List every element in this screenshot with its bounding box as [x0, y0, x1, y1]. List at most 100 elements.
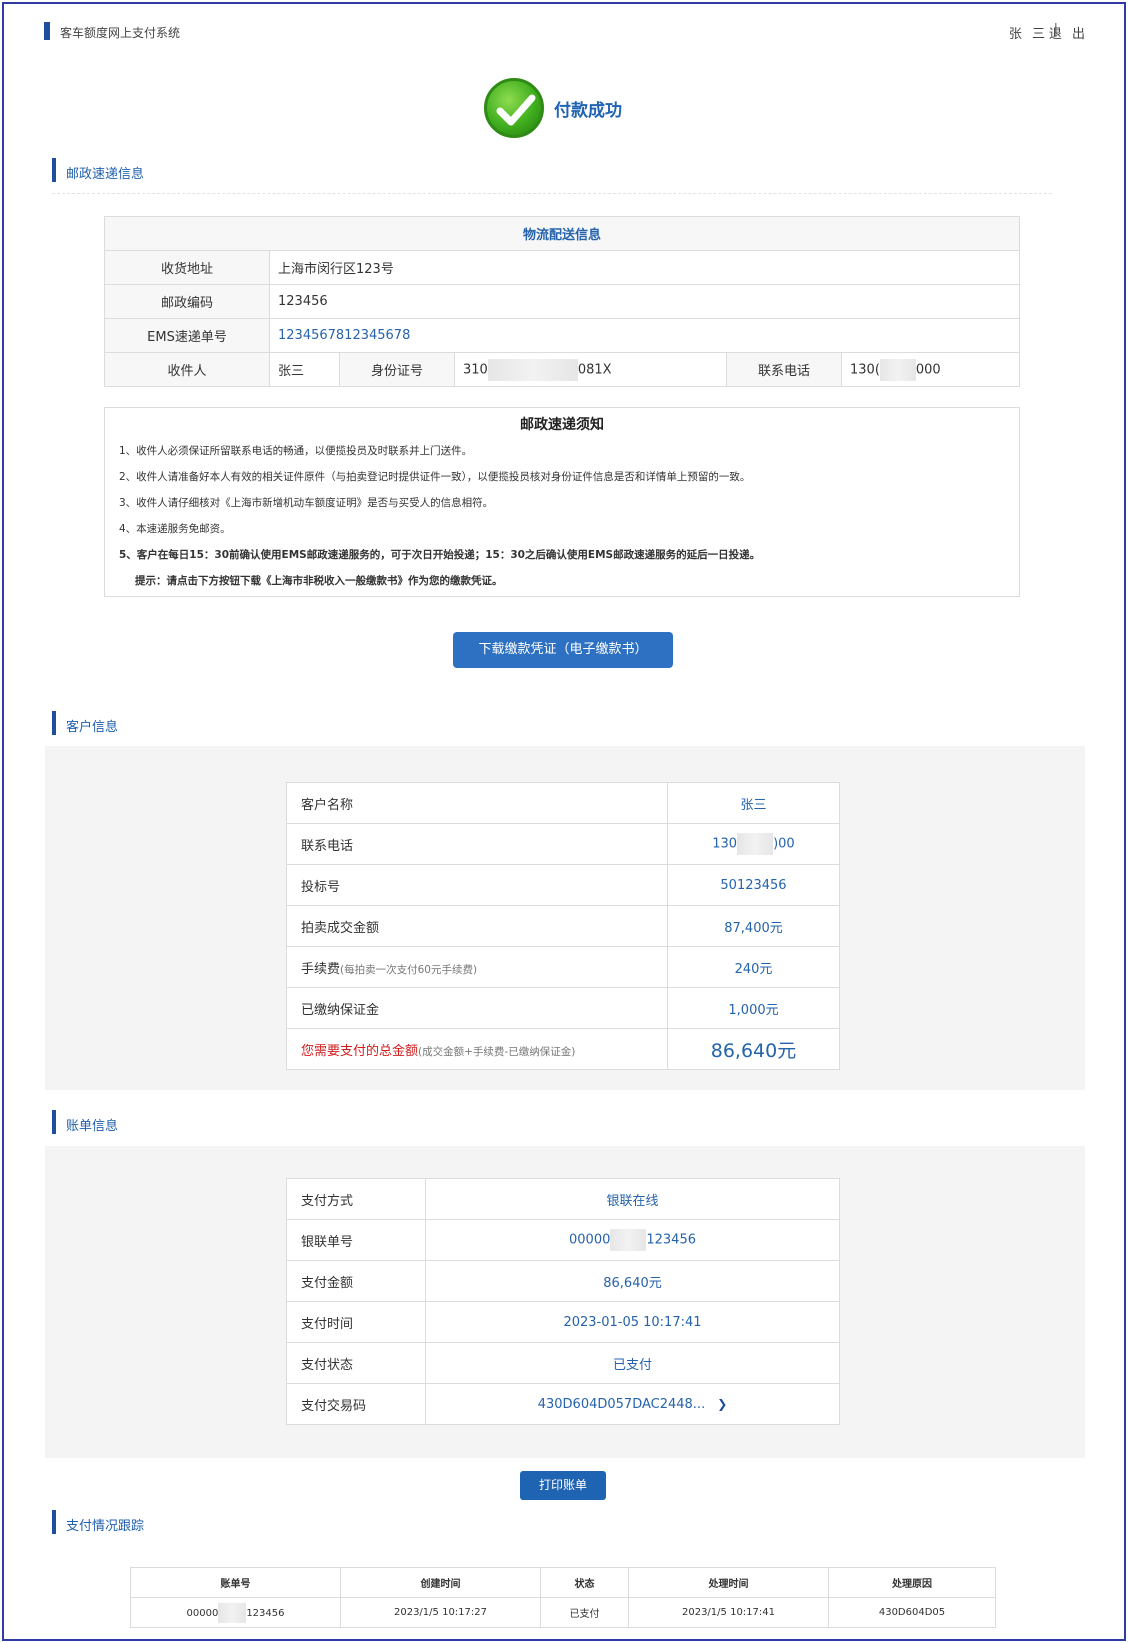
section-marker — [52, 1510, 56, 1534]
col-reason: 处理原因 — [828, 1567, 996, 1598]
processed-cell: 2023/1/5 10:17:41 — [628, 1597, 829, 1628]
notice-item: 3、收件人请仔细核对《上海市新增机动车额度证明》是否与买受人的信息相符。 — [119, 497, 494, 509]
bid-value: 50123456 — [667, 864, 840, 906]
success-message: 付款成功 — [554, 101, 622, 121]
print-bill-button[interactable]: 打印账单 — [520, 1471, 606, 1500]
zip-label: 邮政编码 — [104, 284, 270, 319]
unionpay-prefix: 00000 — [569, 1232, 611, 1248]
logout-link[interactable]: 退 出 — [1049, 23, 1088, 42]
code-label: 支付交易码 — [286, 1383, 426, 1425]
notice-list: 1、收件人必须保证所留联系电话的畅通，以便揽投员及时联系并上门送件。 2、收件人… — [119, 440, 1019, 596]
notice-item: 2、收件人请准备好本人有效的相关证件原件（与拍卖登记时提供证件一致），以便揽投员… — [119, 471, 751, 483]
phone-value: 130( 000 — [841, 352, 1020, 387]
amount-label: 支付金额 — [286, 1260, 426, 1302]
bill-no-suffix: 123456 — [246, 1607, 285, 1619]
customer-phone-value: 130 )00 — [667, 823, 840, 865]
section-marker — [52, 158, 56, 182]
col-processed: 处理时间 — [628, 1567, 829, 1598]
total-label: 您需要支付的总金额 — [301, 1043, 419, 1059]
reason-cell: 430D604D05 — [828, 1597, 996, 1628]
redaction-mask — [737, 833, 774, 855]
col-status: 状态 — [540, 1567, 629, 1598]
system-title: 客车额度网上支付系统 — [60, 26, 181, 40]
tracking-section-title: 支付情况跟踪 — [66, 1519, 145, 1534]
redaction-mask — [610, 1229, 647, 1251]
unionpay-suffix: 123456 — [646, 1232, 696, 1248]
col-created: 创建时间 — [340, 1567, 541, 1598]
phone-suffix: )00 — [773, 836, 795, 852]
created-cell: 2023/1/5 10:17:27 — [340, 1597, 541, 1628]
bid-label: 投标号 — [286, 864, 668, 906]
section-divider — [52, 193, 1052, 194]
code-value: 430D604D057DAC2448... ❯ — [425, 1383, 840, 1425]
phone-prefix: 130 — [712, 836, 738, 852]
phone-suffix: 000 — [915, 362, 941, 377]
postal-notice: 邮政速递须知 1、收件人必须保证所留联系电话的畅通，以便揽投员及时联系并上门送件… — [104, 407, 1020, 597]
user-name[interactable]: 张 三 — [1009, 23, 1048, 42]
download-voucher-button[interactable]: 下载缴款凭证（电子缴款书） — [453, 632, 673, 668]
time-label: 支付时间 — [286, 1301, 426, 1343]
customer-table: 客户名称 张三 联系电话 130 )00 投标号 50123456 拍卖成交金额 87,4… — [286, 782, 840, 1070]
section-marker — [52, 711, 56, 735]
customer-name-label: 客户名称 — [286, 782, 668, 824]
phone-label: 联系电话 — [726, 352, 842, 387]
redaction-mask — [879, 358, 916, 381]
tracking-table: 账单号 创建时间 状态 处理时间 处理原因 00000 123456 2023/1… — [130, 1567, 996, 1628]
id-prefix: 310 — [463, 362, 488, 377]
table-row: 00000 123456 2023/1/5 10:17:27 已支付 2023/1… — [130, 1597, 996, 1628]
section-marker — [52, 1110, 56, 1134]
transaction-code: 430D604D057DAC2448... — [537, 1396, 706, 1412]
logistics-table-title: 物流配送信息 — [104, 216, 1020, 251]
notice-item: 1、收件人必须保证所留联系电话的畅通，以便揽投员及时联系并上门送件。 — [119, 445, 473, 457]
bill-table: 支付方式 银联在线 银联单号 00000 123456 支付金额 86,640元 支付时… — [286, 1178, 840, 1425]
notice-item: 4、本速递服务免邮资。 — [119, 523, 231, 535]
notice-tip: 提示：请点击下方按钮下载《上海市非税收入一般缴款书》作为您的缴款凭证。 — [135, 575, 503, 587]
fee-value: 240元 — [667, 946, 840, 988]
fee-label: 手续费 — [301, 961, 341, 977]
customer-name-value: 张三 — [667, 782, 840, 824]
unionpay-label: 银联单号 — [286, 1219, 426, 1261]
method-label: 支付方式 — [286, 1178, 426, 1220]
status-label: 支付状态 — [286, 1342, 426, 1384]
deposit-value: 1,000元 — [667, 987, 840, 1029]
address-value: 上海市闵行区123号 — [269, 250, 1020, 285]
zip-value: 123456 — [269, 284, 1020, 319]
recipient-label: 收件人 — [104, 352, 270, 387]
deal-amount-label: 拍卖成交金额 — [286, 905, 668, 947]
deal-amount-value: 87,400元 — [667, 905, 840, 947]
deposit-label: 已缴纳保证金 — [286, 987, 668, 1029]
notice-item: 5、客户在每日15：30前确认使用EMS邮政速递服务的，可于次日开始投递；15：… — [119, 549, 761, 561]
customer-phone-label: 联系电话 — [286, 823, 668, 865]
bill-no-cell: 00000 123456 — [130, 1597, 341, 1628]
phone-prefix: 130( — [850, 362, 880, 377]
notice-title: 邮政速递须知 — [520, 417, 604, 433]
fee-label-cell: 手续费(每拍卖一次支付60元手续费) — [286, 946, 668, 988]
id-value: 310 081X — [454, 352, 727, 387]
fee-note: (每拍卖一次支付60元手续费) — [340, 963, 478, 976]
status-value: 已支付 — [425, 1342, 840, 1384]
title-marker — [44, 22, 50, 40]
logistics-table: 物流配送信息 收货地址 上海市闵行区123号 邮政编码 123456 EMS速递… — [104, 216, 1020, 387]
postal-section-title: 邮政速递信息 — [66, 167, 145, 182]
top-bar: 客车额度网上支付系统 张 三 | 退 出 — [44, 22, 1088, 44]
ems-tracking-link[interactable]: 1234567812345678 — [269, 318, 1020, 353]
status-cell: 已支付 — [540, 1597, 629, 1628]
ems-label: EMS速递单号 — [104, 318, 270, 353]
unionpay-value: 00000 123456 — [425, 1219, 840, 1261]
col-bill-no: 账单号 — [130, 1567, 341, 1598]
success-check-icon — [484, 78, 544, 138]
method-value: 银联在线 — [425, 1178, 840, 1220]
address-label: 收货地址 — [104, 250, 270, 285]
chevron-down-icon[interactable]: ❯ — [717, 1397, 727, 1411]
recipient-value: 张三 — [269, 352, 340, 387]
total-note: (成交金额+手续费-已缴纳保证金) — [418, 1045, 576, 1058]
id-suffix: 081X — [577, 362, 612, 377]
customer-section-title: 客户信息 — [66, 720, 119, 735]
total-label-cell: 您需要支付的总金额(成交金额+手续费-已缴纳保证金) — [286, 1028, 668, 1070]
id-label: 身份证号 — [339, 352, 455, 387]
redaction-mask — [487, 358, 578, 381]
redaction-mask — [218, 1602, 247, 1623]
total-amount-value: 86,640元 — [667, 1028, 840, 1070]
time-value: 2023-01-05 10:17:41 — [425, 1301, 840, 1343]
bill-no-prefix: 00000 — [186, 1607, 219, 1619]
